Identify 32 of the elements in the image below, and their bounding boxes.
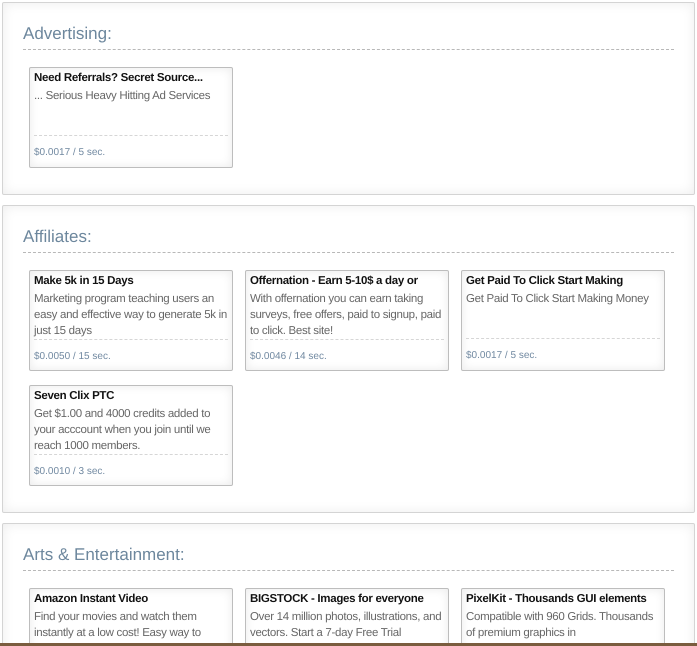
ad-description: Marketing program teaching users an easy and effective way to generate 5k in just 15 days [34,292,228,339]
ad-card[interactable]: PixelKit - Thousands GUI elements Compatible with 960 Grids. Thousands of premium graphics in [461,588,665,646]
ad-card[interactable]: Get Paid To Click Start Making Get Paid To Click Start Making Money $0.0017 / 5 sec. [461,270,665,371]
ad-title: PixelKit - Thousands GUI elements [466,592,648,607]
ad-price: $0.0050 / 15 sec. [34,351,111,362]
ad-description: With offernation you can earn taking surveys, free offers, paid to signup, paid to click. Best site! [250,292,442,339]
ad-price: $0.0010 / 3 sec. [34,466,106,477]
category-heading: Arts & Entertainment: [23,544,674,571]
ad-card[interactable]: Make 5k in 15 Days Marketing program teaching users an easy and effective way to generate 5k in just 15 days $0.0050 / 15 sec. [29,270,233,371]
ad-card[interactable]: BIGSTOCK - Images for everyone Over 14 million photos, illustrations, and vectors. Start a 7-day Free Trial [245,588,449,646]
ad-title: Amazon Instant Video [34,592,149,607]
ad-description: Over 14 million photos, illustrations, and vectors. Start a 7-day Free Trial [250,610,442,641]
ad-price: $0.0046 / 14 sec. [250,351,327,362]
ad-description: Get Paid To Click Start Making Money [466,292,650,307]
ad-card[interactable]: Amazon Instant Video Find your movies and watch them instantly at a low cost! Easy way to [29,588,233,646]
category-heading: Advertising: [23,23,674,50]
ad-title: Need Referrals? Secret Source... [34,71,204,86]
ad-description: ... Serious Heavy Hitting Ad Services [34,89,212,104]
ad-price: $0.0017 / 5 sec. [34,147,106,158]
ad-price: $0.0017 / 5 sec. [466,350,538,361]
ad-title: Make 5k in 15 Days [34,274,134,289]
ad-description: Get $1.00 and 4000 credits added to your acccount when you join until we reach 1000 members. [34,407,212,454]
ad-description: Compatible with 960 Grids. Thousands of premium graphics in [466,610,654,641]
ad-title: Get Paid To Click Start Making [466,274,624,289]
ad-card[interactable]: Seven Clix PTC Get $1.00 and 4000 credits added to your acccount when you join until we reach 1000 members. $0.0010 / 3 sec. [29,385,233,486]
category-heading: Affiliates: [23,226,674,253]
ad-description: Find your movies and watch them instantly at a low cost! Easy way to [34,610,202,641]
ad-title: BIGSTOCK - Images for everyone [250,592,425,607]
ad-card[interactable]: Need Referrals? Secret Source... ... Serious Heavy Hitting Ad Services $0.0017 / 5 sec. [29,67,233,168]
ad-card[interactable]: Offernation - Earn 5-10$ a day or With offernation you can earn taking surveys, free offers, paid to signup, paid to click. Best site! $0.0046 / 14 sec. [245,270,449,371]
ad-title: Offernation - Earn 5-10$ a day or [250,274,419,289]
ad-title: Seven Clix PTC [34,389,116,404]
